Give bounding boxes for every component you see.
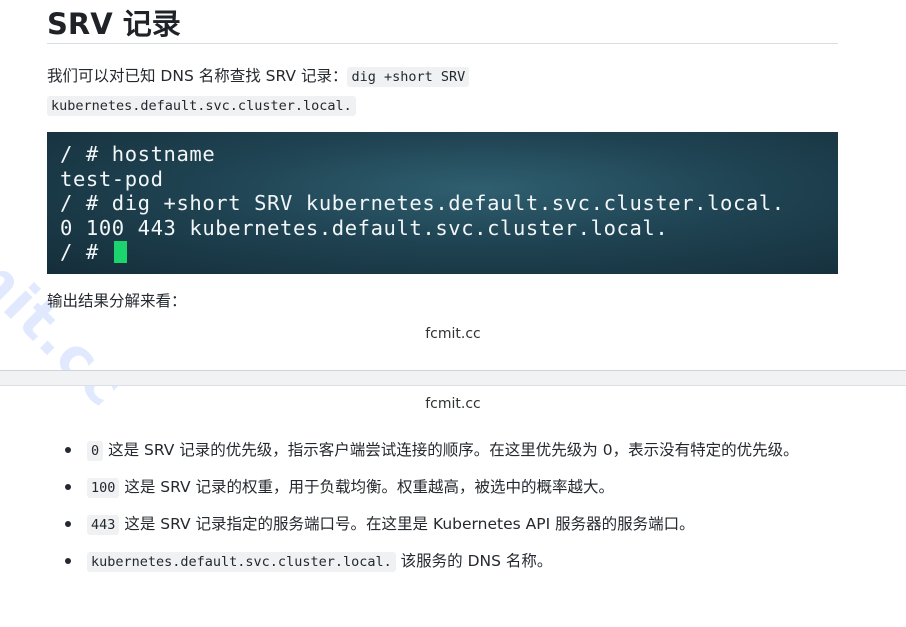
section-divider	[0, 370, 906, 386]
image-caption: fcmit.cc	[425, 396, 481, 412]
inline-code-domain: kubernetes.default.svc.cluster.local.	[47, 96, 356, 116]
terminal-line: / # hostname	[60, 142, 216, 166]
list-item: 0 这是 SRV 记录的优先级，指示客户端尝试连接的顺序。在这里优先级为 0，表…	[47, 436, 847, 465]
inline-code: 100	[87, 478, 120, 498]
intro-text: 我们可以对已知 DNS 名称查找 SRV 记录：	[47, 67, 348, 85]
inline-code: 0	[87, 441, 104, 461]
bullet-icon	[65, 521, 71, 527]
list-item-text: 这是 SRV 记录的权重，用于负载均衡。权重越高，被选中的概率越大。	[119, 478, 615, 496]
terminal-prompt: / #	[60, 240, 112, 264]
list-item: 100 这是 SRV 记录的权重，用于负载均衡。权重越高，被选中的概率越大。	[47, 473, 847, 502]
list-item-text: 这是 SRV 记录的优先级，指示客户端尝试连接的顺序。在这里优先级为 0，表示没…	[103, 441, 799, 459]
bullet-icon	[65, 558, 71, 564]
list-item-text: 该服务的 DNS 名称。	[395, 552, 553, 570]
inline-code: 443	[87, 515, 120, 535]
list-item: 443 这是 SRV 记录指定的服务端口号。在这里是 Kubernetes AP…	[47, 510, 847, 539]
section-heading: SRV 记录	[47, 6, 838, 44]
terminal-prompt-line: / #	[60, 240, 127, 264]
explain-intro: 输出结果分解来看：	[47, 292, 187, 310]
image-caption: fcmit.cc	[425, 326, 481, 342]
list-item: kubernetes.default.svc.cluster.local. 该服…	[47, 547, 847, 576]
terminal-cursor	[113, 241, 127, 263]
inline-code: kubernetes.default.svc.cluster.local.	[87, 552, 396, 572]
terminal-line: / # dig +short SRV kubernetes.default.sv…	[60, 191, 785, 215]
bullet-icon	[65, 447, 71, 453]
list-item-text: 这是 SRV 记录指定的服务端口号。在这里是 Kubernetes API 服务…	[119, 515, 695, 533]
terminal-screenshot: / # hostname test-pod / # dig +short SRV…	[47, 132, 838, 274]
terminal-line: 0 100 443 kubernetes.default.svc.cluster…	[60, 216, 669, 240]
intro-paragraph: 我们可以对已知 DNS 名称查找 SRV 记录： dig +short SRV	[47, 66, 847, 87]
terminal-line: test-pod	[60, 167, 164, 191]
bullet-icon	[65, 484, 71, 490]
inline-code-command: dig +short SRV	[347, 67, 470, 87]
field-explanation-list: 0 这是 SRV 记录的优先级，指示客户端尝试连接的顺序。在这里优先级为 0，表…	[47, 436, 847, 576]
intro-paragraph-line2: kubernetes.default.svc.cluster.local.	[47, 95, 847, 116]
